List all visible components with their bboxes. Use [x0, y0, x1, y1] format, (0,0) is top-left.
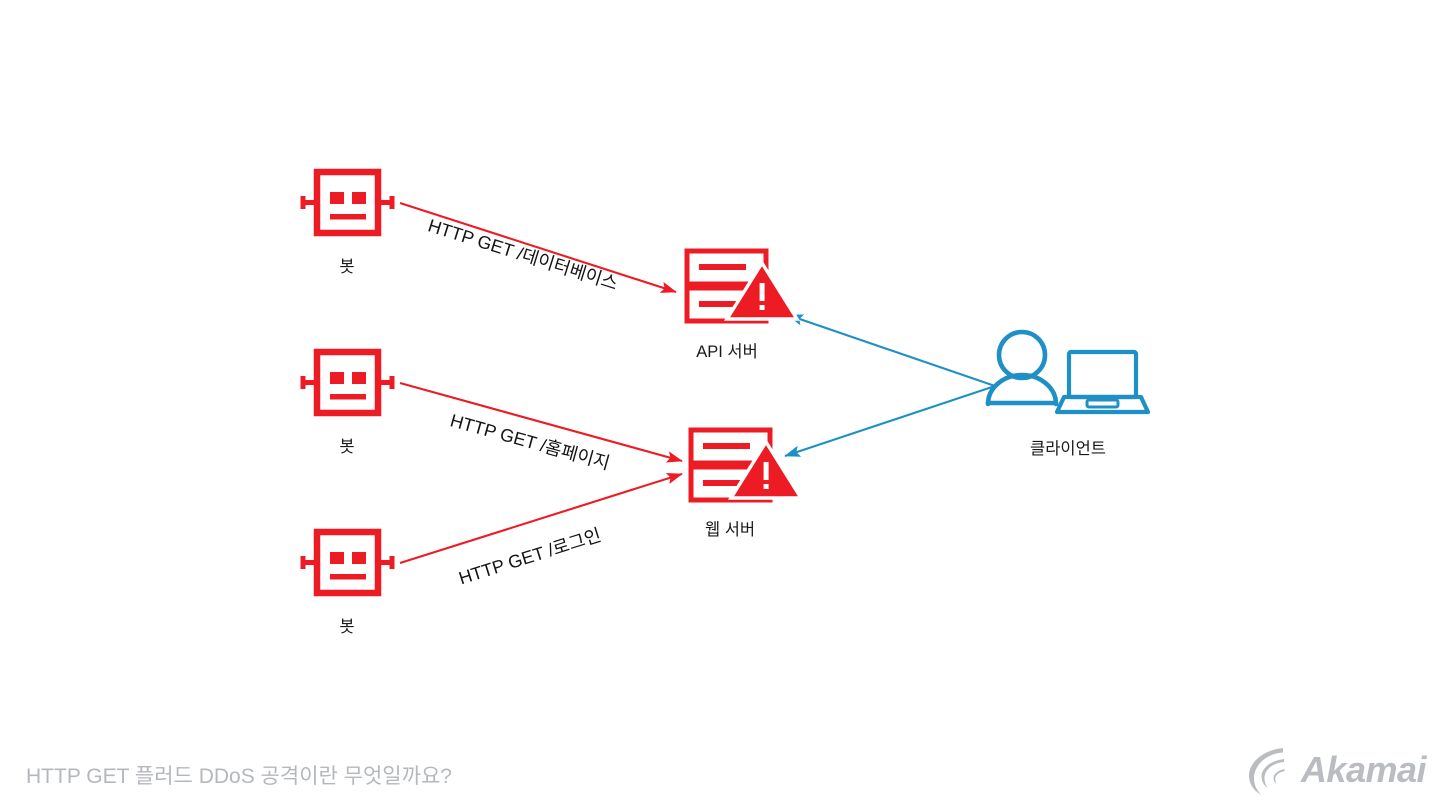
warning-triangle-web	[727, 438, 805, 500]
server-label-api: API 서버	[696, 343, 758, 361]
server-icon-api	[684, 248, 801, 324]
client-edge-group	[784, 314, 996, 457]
page-caption: HTTP GET 플러드 DDoS 공격이란 무엇일까요?	[26, 765, 452, 788]
akamai-wordmark: Akamai	[1300, 749, 1427, 790]
laptop-icon	[1054, 349, 1151, 415]
server-label-web: 웹 서버	[704, 521, 756, 539]
bot-icon-3	[300, 528, 395, 597]
bot-label-3: 봇	[339, 618, 355, 636]
bot-icon-1	[300, 168, 395, 237]
client-label: 클라이언트	[1030, 440, 1106, 458]
akamai-wave-icon	[1248, 748, 1285, 795]
diagram-canvas: cpus := runtime.NumCPU(); flag.StringVar…	[0, 0, 1440, 810]
server-icon-web	[688, 427, 805, 503]
ddos-attack-diagram	[300, 168, 1151, 597]
akamai-logo: Akamai	[1243, 742, 1427, 798]
bot-label-2: 봇	[339, 438, 355, 456]
client-edge-api-server	[787, 314, 996, 387]
client-edge-web-server	[784, 385, 996, 457]
person-icon	[985, 329, 1059, 407]
bot-label-1: 봇	[339, 258, 355, 276]
bot-icon-2	[300, 348, 395, 417]
warning-triangle-api	[723, 259, 801, 321]
